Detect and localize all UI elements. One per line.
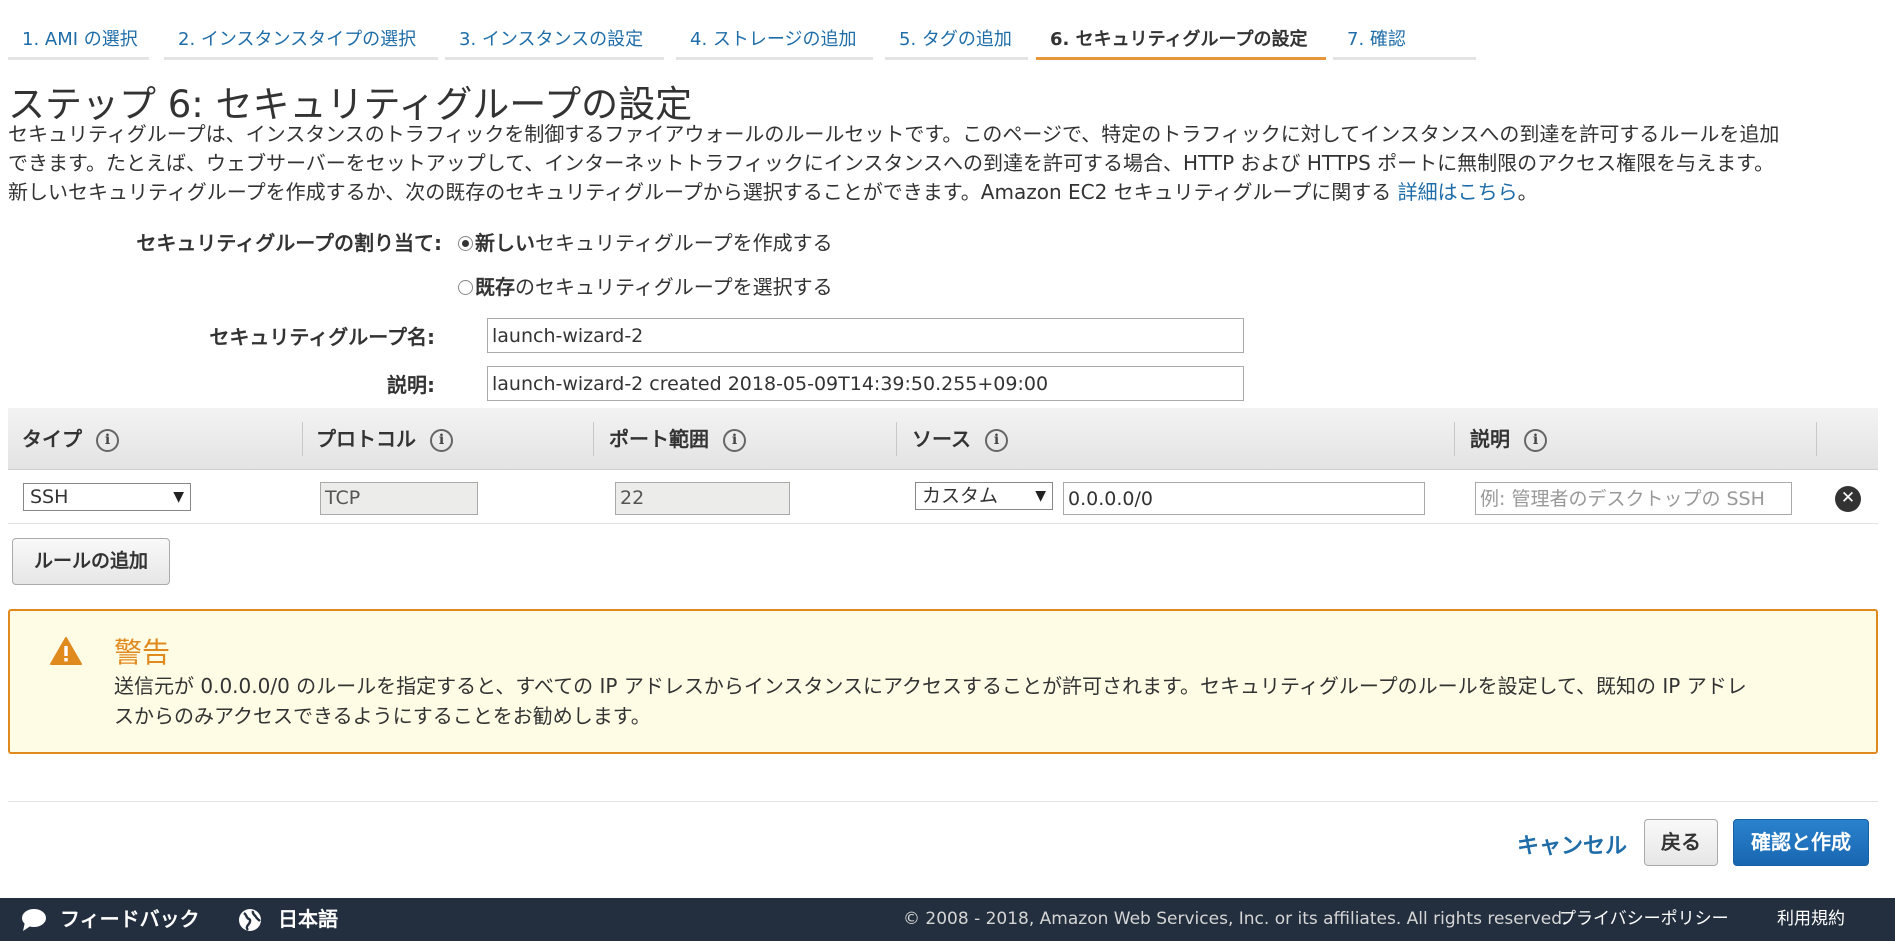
- group-description-input[interactable]: [487, 366, 1244, 401]
- column-divider: [302, 422, 303, 456]
- tab-step-6[interactable]: 6. セキュリティグループの設定: [1036, 20, 1326, 60]
- radio-create-new-label: セキュリティグループを作成する: [535, 231, 833, 255]
- feedback-link[interactable]: フィードバック: [60, 898, 200, 941]
- wizard-steps: 1. AMI の選択 2. インスタンスタイプの選択 3. インスタンスの設定 …: [8, 20, 1488, 60]
- info-icon[interactable]: i: [985, 429, 1008, 452]
- group-name-input[interactable]: [487, 318, 1244, 353]
- caret-down-icon: ▼: [173, 489, 184, 505]
- intro-line-1: セキュリティグループは、インスタンスのトラフィックを制御するファイアウォールのル…: [8, 122, 1780, 146]
- rules-table-header: タイプ i プロトコル i ポート範囲 i ソース i 説明 i: [8, 408, 1878, 470]
- footer: フィードバック 日本語 © 2008 - 2018, Amazon Web Se…: [0, 898, 1895, 941]
- warning-line-2: スからのみアクセスできるようにすることをお勧めします。: [114, 704, 651, 728]
- tab-step-1[interactable]: 1. AMI の選択: [8, 20, 149, 60]
- rule-source-select[interactable]: カスタム ▼: [915, 482, 1053, 510]
- caret-down-icon: ▼: [1035, 488, 1046, 504]
- tab-step-4[interactable]: 4. ストレージの追加: [676, 20, 873, 60]
- assign-label: セキュリティグループの割り当て:: [136, 231, 442, 255]
- intro-line-2: できます。たとえば、ウェブサーバーをセットアップして、インターネットトラフィック…: [8, 151, 1775, 175]
- warning-title: 警告: [114, 636, 171, 669]
- header-protocol-label: プロトコル: [316, 427, 416, 451]
- rule-port-field: 22: [615, 482, 790, 515]
- rule-type-select[interactable]: SSH ▼: [23, 483, 191, 511]
- table-row: SSH ▼ TCP 22 カスタム ▼ ✕: [8, 470, 1878, 524]
- warning-message: 送信元が 0.0.0.0/0 のルールを指定すると、すべての IP アドレスから…: [114, 671, 1854, 731]
- intro-text: セキュリティグループは、インスタンスのトラフィックを制御するファイアウォールのル…: [8, 120, 1888, 207]
- radio-select-existing-label: のセキュリティグループを選択する: [515, 275, 833, 299]
- header-protocol: プロトコル i: [316, 408, 453, 470]
- header-description-label: 説明: [1470, 427, 1510, 451]
- radio-create-new-control[interactable]: [458, 236, 473, 251]
- column-divider: [896, 422, 897, 456]
- warning-line-1: 送信元が 0.0.0.0/0 のルールを指定すると、すべての IP アドレスから…: [114, 674, 1747, 698]
- info-icon[interactable]: i: [1524, 429, 1547, 452]
- learn-more-link[interactable]: 詳細はこちら: [1398, 180, 1518, 204]
- header-source-label: ソース: [912, 427, 971, 451]
- warning-triangle-icon: [50, 637, 82, 665]
- add-rule-button[interactable]: ルールの追加: [12, 538, 170, 585]
- rule-source-cidr-input[interactable]: [1063, 482, 1425, 515]
- rule-source-value: カスタム: [922, 485, 999, 507]
- remove-rule-icon[interactable]: ✕: [1835, 486, 1861, 512]
- globe-icon: [239, 909, 261, 931]
- rule-protocol-field: TCP: [320, 482, 478, 515]
- cancel-link[interactable]: キャンセル: [1517, 828, 1627, 860]
- warning-box: 警告 送信元が 0.0.0.0/0 のルールを指定すると、すべての IP アドレ…: [8, 609, 1878, 754]
- header-source: ソース i: [912, 408, 1008, 470]
- tab-step-3[interactable]: 3. インスタンスの設定: [445, 20, 664, 60]
- rule-description-input[interactable]: [1475, 482, 1792, 515]
- info-icon[interactable]: i: [723, 429, 746, 452]
- info-icon[interactable]: i: [430, 429, 453, 452]
- radio-select-existing-bold: 既存: [475, 275, 515, 299]
- header-port-range-label: ポート範囲: [609, 427, 709, 451]
- tab-step-2[interactable]: 2. インスタンスタイプの選択: [164, 20, 438, 60]
- radio-create-new[interactable]: 新しいセキュリティグループを作成する: [458, 227, 833, 256]
- review-and-launch-button[interactable]: 確認と作成: [1733, 819, 1869, 866]
- header-description: 説明 i: [1470, 408, 1547, 470]
- radio-select-existing-control[interactable]: [458, 280, 473, 295]
- tab-step-5[interactable]: 5. タグの追加: [885, 20, 1028, 60]
- header-type-label: タイプ: [22, 427, 82, 451]
- radio-select-existing[interactable]: 既存のセキュリティグループを選択する: [458, 271, 833, 300]
- column-divider: [1816, 422, 1817, 456]
- radio-create-new-bold: 新しい: [475, 231, 535, 255]
- header-type: タイプ i: [22, 408, 119, 470]
- speech-bubble-icon: [22, 909, 46, 931]
- back-button[interactable]: 戻る: [1644, 819, 1718, 866]
- group-name-label: セキュリティグループ名:: [209, 325, 435, 349]
- info-icon[interactable]: i: [96, 429, 119, 452]
- intro-line-3-end: 。: [1517, 180, 1538, 204]
- language-selector[interactable]: 日本語: [278, 898, 338, 941]
- rule-type-value: SSH: [30, 486, 69, 508]
- group-description-label: 説明:: [387, 373, 435, 397]
- copyright-text: © 2008 - 2018, Amazon Web Services, Inc.…: [903, 909, 1568, 929]
- terms-link[interactable]: 利用規約: [1777, 898, 1845, 941]
- column-divider: [1454, 422, 1455, 456]
- privacy-policy-link[interactable]: プライバシーポリシー: [1559, 898, 1729, 941]
- intro-line-3: 新しいセキュリティグループを作成するか、次の既存のセキュリティグループから選択す…: [8, 178, 1888, 207]
- intro-line-3-text: 新しいセキュリティグループを作成するか、次の既存のセキュリティグループから選択す…: [8, 180, 1398, 204]
- tab-step-7[interactable]: 7. 確認: [1333, 20, 1476, 60]
- divider: [8, 801, 1878, 802]
- column-divider: [593, 422, 594, 456]
- header-port-range: ポート範囲 i: [609, 408, 746, 470]
